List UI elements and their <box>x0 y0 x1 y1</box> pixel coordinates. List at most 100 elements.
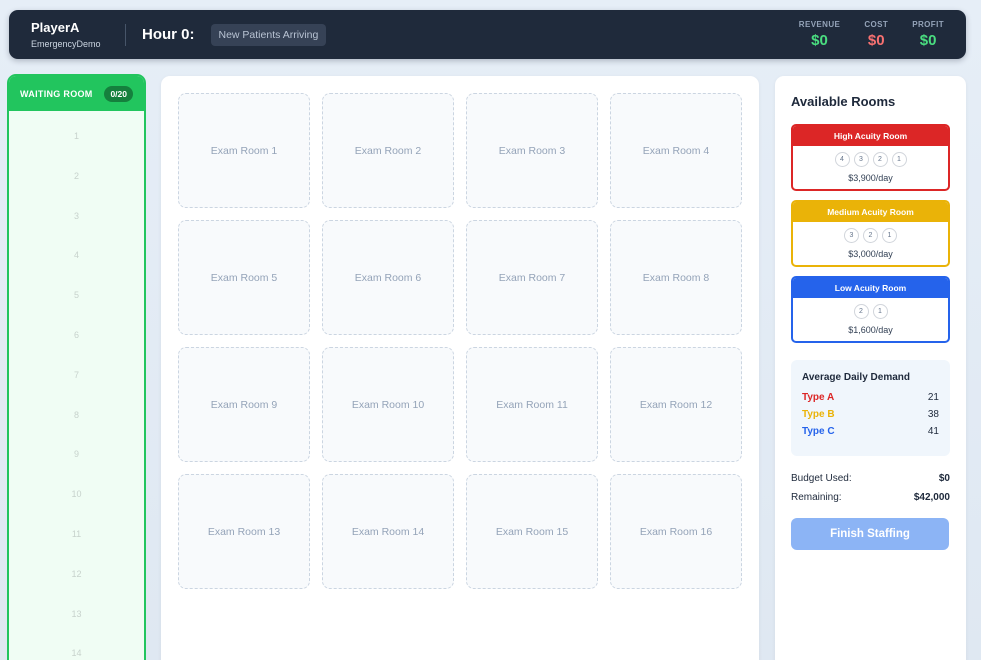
waiting-slot[interactable]: 4 <box>9 246 144 286</box>
room-cards: High Acuity Room 4 3 2 1 $3,900/day Medium Acu… <box>791 124 950 343</box>
waiting-slot[interactable]: 7 <box>9 366 144 406</box>
exam-room-slot[interactable]: Exam Room 13 <box>178 474 310 589</box>
rooms-panel: Available Rooms High Acuity Room 4 3 2 1 $3,9… <box>775 76 966 660</box>
room-card[interactable]: Low Acuity Room 2 1 $1,600/day <box>791 276 950 343</box>
waiting-slot[interactable]: 5 <box>9 286 144 326</box>
room-card[interactable]: High Acuity Room 4 3 2 1 $3,900/day <box>791 124 950 191</box>
waiting-slot[interactable]: 11 <box>9 525 144 565</box>
phase-badge: New Patients Arriving <box>210 23 327 46</box>
acuity-level-circle: 2 <box>872 152 888 167</box>
room-price: $3,900/day <box>848 173 893 183</box>
exam-room-slot[interactable]: Exam Room 6 <box>322 220 454 335</box>
metric-label: PROFIT <box>912 20 944 29</box>
demand-row-a: Type A 21 <box>802 392 939 409</box>
exam-room-slot[interactable]: Exam Room 12 <box>610 347 742 462</box>
waiting-slot[interactable]: 2 <box>9 167 144 207</box>
waiting-room[interactable]: WAITING ROOM 0/20 1 2 3 4 5 6 7 8 9 10 11 12 13 14 <box>7 74 146 660</box>
demand-type: Type A <box>802 392 835 403</box>
metric-label: REVENUE <box>798 20 841 29</box>
room-card-body: 3 2 1 $3,000/day <box>793 222 948 265</box>
metric-value: $0 <box>919 32 937 49</box>
room-price: $1,600/day <box>848 325 893 335</box>
acuity-level-circle: 3 <box>853 152 869 167</box>
hour-label: Hour 0: <box>142 26 195 43</box>
demand-value: 21 <box>927 392 939 403</box>
budget-used-row: Budget Used: $0 <box>791 473 950 492</box>
player-info: PlayerA EmergencyDemo <box>31 20 117 49</box>
metric-profit: PROFIT $0 <box>912 20 944 49</box>
finish-staffing-button[interactable]: Finish Staffing <box>791 518 949 550</box>
acuity-level-circle: 2 <box>853 304 869 319</box>
waiting-slots: 1 2 3 4 5 6 7 8 9 10 11 12 13 14 <box>9 111 144 660</box>
exam-room-slot[interactable]: Exam Room 14 <box>322 474 454 589</box>
demand-value: 38 <box>927 409 939 420</box>
exam-room-slot[interactable]: Exam Room 7 <box>466 220 598 335</box>
demand-type: Type B <box>802 409 835 420</box>
demand-value: 41 <box>927 426 939 437</box>
room-card-title: Low Acuity Room <box>793 278 948 298</box>
budget-used-label: Budget Used: <box>791 473 852 484</box>
waiting-room-count: 0/20 <box>104 85 133 102</box>
player-name: PlayerA <box>31 20 80 35</box>
room-card-body: 4 3 2 1 $3,900/day <box>793 146 948 189</box>
waiting-slot[interactable]: 1 <box>9 127 144 167</box>
acuity-levels: 21 <box>793 304 948 319</box>
exam-room-slot[interactable]: Exam Room 8 <box>610 220 742 335</box>
acuity-level-circle: 4 <box>834 152 850 167</box>
exam-room-slot[interactable]: Exam Room 1 <box>178 93 310 208</box>
waiting-slot[interactable]: 13 <box>9 605 144 645</box>
exam-room-slot[interactable]: Exam Room 5 <box>178 220 310 335</box>
acuity-levels: 4321 <box>793 152 948 167</box>
player-scenario: EmergencyDemo <box>31 39 101 49</box>
metrics: REVENUE $0 COST $0 PROFIT $0 <box>799 20 944 49</box>
metric-revenue: REVENUE $0 <box>799 20 840 49</box>
metric-value: $0 <box>811 32 828 49</box>
demand-row-b: Type B 38 <box>802 409 939 426</box>
waiting-slot[interactable]: 3 <box>9 207 144 247</box>
panel-title: Available Rooms <box>791 94 896 109</box>
acuity-level-circle: 1 <box>882 228 897 243</box>
demand-title: Average Daily Demand <box>802 372 911 383</box>
exam-room-slot[interactable]: Exam Room 15 <box>466 474 598 589</box>
budget-used-value: $0 <box>938 473 950 484</box>
demand-type: Type C <box>802 426 835 437</box>
top-bar: PlayerA EmergencyDemo Hour 0: New Patien… <box>9 10 966 59</box>
room-card-body: 2 1 $1,600/day <box>793 298 948 341</box>
acuity-level-circle: 2 <box>863 228 878 243</box>
exam-room-slot[interactable]: Exam Room 9 <box>178 347 310 462</box>
waiting-slot[interactable]: 6 <box>9 326 144 366</box>
waiting-slot[interactable]: 8 <box>9 406 144 446</box>
room-card-title: Medium Acuity Room <box>793 202 948 222</box>
acuity-level-circle: 1 <box>891 152 907 167</box>
demand-box: Average Daily Demand Type A 21 Type B 38… <box>791 360 950 456</box>
metric-label: COST <box>864 20 889 29</box>
exam-room-slot[interactable]: Exam Room 4 <box>610 93 742 208</box>
metric-cost: COST $0 <box>862 20 890 49</box>
room-card[interactable]: Medium Acuity Room 3 2 1 $3,000/day <box>791 200 950 267</box>
exam-room-slot[interactable]: Exam Room 2 <box>322 93 454 208</box>
exam-room-slot[interactable]: Exam Room 16 <box>610 474 742 589</box>
demand-row-c: Type C 41 <box>802 426 939 443</box>
room-card-title: High Acuity Room <box>793 126 948 146</box>
waiting-slot[interactable]: 12 <box>9 565 144 605</box>
waiting-room-header: WAITING ROOM 0/20 <box>9 76 144 111</box>
exam-room-slot[interactable]: Exam Room 11 <box>466 347 598 462</box>
waiting-slot[interactable]: 10 <box>9 485 144 525</box>
waiting-room-title: WAITING ROOM <box>20 88 93 99</box>
room-price: $3,000/day <box>848 249 893 259</box>
exam-room-slot[interactable]: Exam Room 10 <box>322 347 454 462</box>
budget-remaining-row: Remaining: $42,000 <box>791 492 950 511</box>
budget-remaining-value: $42,000 <box>913 492 950 503</box>
acuity-levels: 321 <box>793 228 948 243</box>
waiting-slot[interactable]: 14 <box>9 644 144 660</box>
waiting-slot[interactable]: 9 <box>9 445 144 485</box>
exam-room-grid: Exam Room 1 Exam Room 2 Exam Room 3 Exam Ro… <box>178 93 742 589</box>
exam-room-slot[interactable]: Exam Room 3 <box>466 93 598 208</box>
metric-value: $0 <box>867 32 885 49</box>
budget-summary: Budget Used: $0 Remaining: $42,000 <box>791 473 950 511</box>
acuity-level-circle: 3 <box>844 228 859 243</box>
exam-room-area: Exam Room 1 Exam Room 2 Exam Room 3 Exam Ro… <box>161 76 759 660</box>
budget-remaining-label: Remaining: <box>791 492 842 503</box>
header-divider <box>125 23 126 46</box>
acuity-level-circle: 1 <box>872 304 888 319</box>
